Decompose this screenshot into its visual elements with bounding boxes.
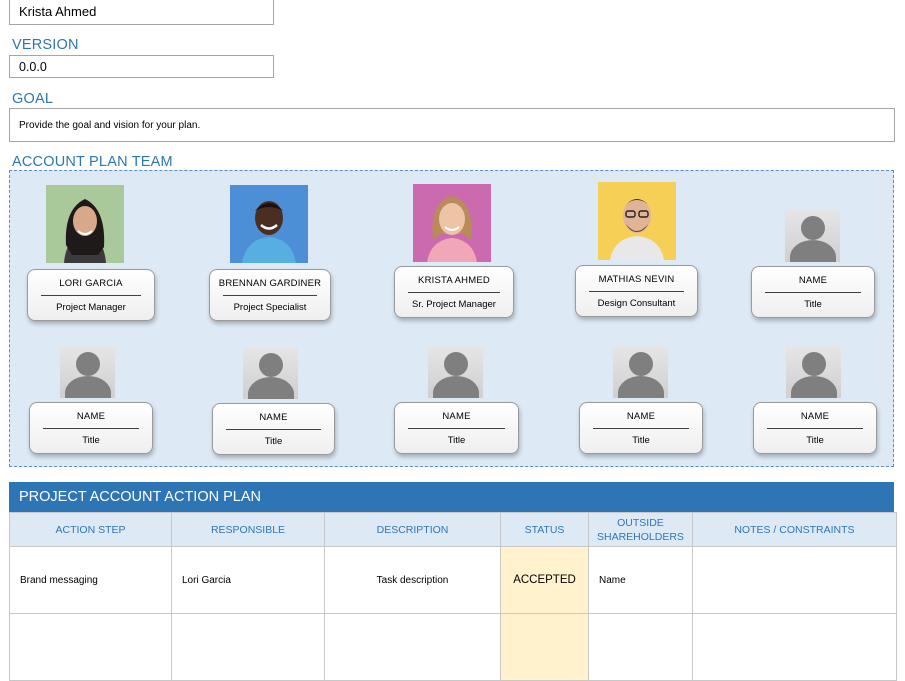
member-title: Title: [804, 299, 822, 310]
member-photo-placeholder: [243, 347, 298, 399]
cell-shareholders[interactable]: Name: [588, 546, 693, 614]
member-title: Title: [264, 436, 283, 447]
cell-status[interactable]: [500, 613, 589, 681]
member-name: MATHIAS NEVIN: [598, 274, 675, 285]
team-panel: LORI GARCIA Project Manager BRENNAN GARD…: [9, 170, 894, 467]
cell-action-step[interactable]: Brand messaging: [9, 546, 172, 614]
cell-responsible[interactable]: [171, 613, 325, 681]
member-photo: [413, 184, 491, 262]
member-photo: [230, 185, 308, 263]
member-name: LORI GARCIA: [59, 278, 123, 289]
column-header[interactable]: NOTES / CONSTRAINTS: [691, 512, 897, 547]
owner-field[interactable]: Krista Ahmed: [9, 0, 274, 25]
member-title: Title: [806, 435, 824, 446]
action-plan-table: ACTION STEP RESPONSIBLE DESCRIPTION STAT…: [9, 512, 897, 681]
member-title: Title: [632, 435, 650, 446]
cell-status[interactable]: ACCEPTED: [500, 546, 589, 614]
member-card[interactable]: NAME Title: [29, 402, 153, 454]
member-name: NAME: [442, 411, 471, 422]
member-name: NAME: [259, 412, 288, 423]
member-card[interactable]: LORI GARCIA Project Manager: [27, 269, 155, 321]
card-divider: [408, 428, 505, 429]
card-divider: [41, 295, 141, 296]
member-card[interactable]: NAME Title: [212, 403, 335, 455]
column-header[interactable]: OUTSIDE SHAREHOLDERS: [588, 512, 693, 547]
cell-responsible[interactable]: Lori Garcia: [171, 546, 325, 614]
member-card[interactable]: MATHIAS NEVIN Design Consultant: [575, 265, 698, 317]
card-divider: [593, 428, 689, 429]
member-photo: [46, 185, 124, 263]
member-title: Project Specialist: [233, 302, 307, 313]
table-row: Brand messaging Lori Garcia Task descrip…: [9, 546, 897, 614]
member-photo-placeholder: [613, 346, 668, 398]
table-row: [9, 613, 897, 681]
table-header-row: ACTION STEP RESPONSIBLE DESCRIPTION STAT…: [9, 512, 897, 547]
member-name: NAME: [798, 275, 828, 286]
member-card[interactable]: NAME Title: [579, 402, 703, 454]
member-photo-placeholder: [785, 210, 840, 262]
member-card[interactable]: NAME Title: [394, 402, 519, 454]
cell-notes[interactable]: [691, 613, 897, 681]
column-header[interactable]: DESCRIPTION: [324, 512, 501, 547]
column-header[interactable]: STATUS: [500, 512, 589, 547]
goal-field[interactable]: Provide the goal and vision for your pla…: [9, 108, 895, 142]
member-name: NAME: [800, 411, 830, 422]
member-card[interactable]: KRISTA AHMED Sr. Project Manager: [394, 266, 514, 318]
version-field[interactable]: 0.0.0: [9, 55, 274, 78]
card-divider: [223, 295, 317, 296]
goal-label: GOAL: [12, 91, 54, 107]
member-title: Design Consultant: [597, 298, 676, 309]
member-name: NAME: [76, 411, 106, 422]
member-photo-placeholder: [428, 346, 483, 398]
card-divider: [765, 292, 861, 293]
member-card[interactable]: NAME Title: [751, 266, 875, 318]
member-photo-placeholder: [786, 346, 841, 398]
member-card[interactable]: BRENNAN GARDINER Project Specialist: [209, 269, 331, 321]
card-divider: [589, 291, 684, 292]
cell-description[interactable]: Task description: [324, 546, 501, 614]
cell-notes[interactable]: [691, 546, 897, 614]
card-divider: [767, 428, 863, 429]
team-label: ACCOUNT PLAN TEAM: [12, 154, 173, 170]
action-plan-title: PROJECT ACCOUNT ACTION PLAN: [9, 482, 894, 512]
card-divider: [408, 292, 500, 293]
member-title: Project Manager: [56, 302, 126, 313]
column-header[interactable]: RESPONSIBLE: [171, 512, 325, 547]
member-title: Title: [82, 435, 100, 446]
card-divider: [43, 428, 139, 429]
member-card[interactable]: NAME Title: [753, 402, 877, 454]
member-name: KRISTA AHMED: [418, 275, 490, 286]
member-name: NAME: [626, 411, 656, 422]
version-label: VERSION: [12, 37, 79, 53]
member-photo-placeholder: [60, 346, 115, 398]
member-title: Sr. Project Manager: [412, 299, 496, 310]
cell-action-step[interactable]: [9, 613, 172, 681]
card-divider: [226, 429, 321, 430]
member-name: BRENNAN GARDINER: [218, 278, 322, 289]
member-photo: [598, 182, 676, 260]
cell-shareholders[interactable]: [588, 613, 693, 681]
cell-description[interactable]: [324, 613, 501, 681]
member-title: Title: [447, 435, 466, 446]
column-header[interactable]: ACTION STEP: [9, 512, 172, 547]
